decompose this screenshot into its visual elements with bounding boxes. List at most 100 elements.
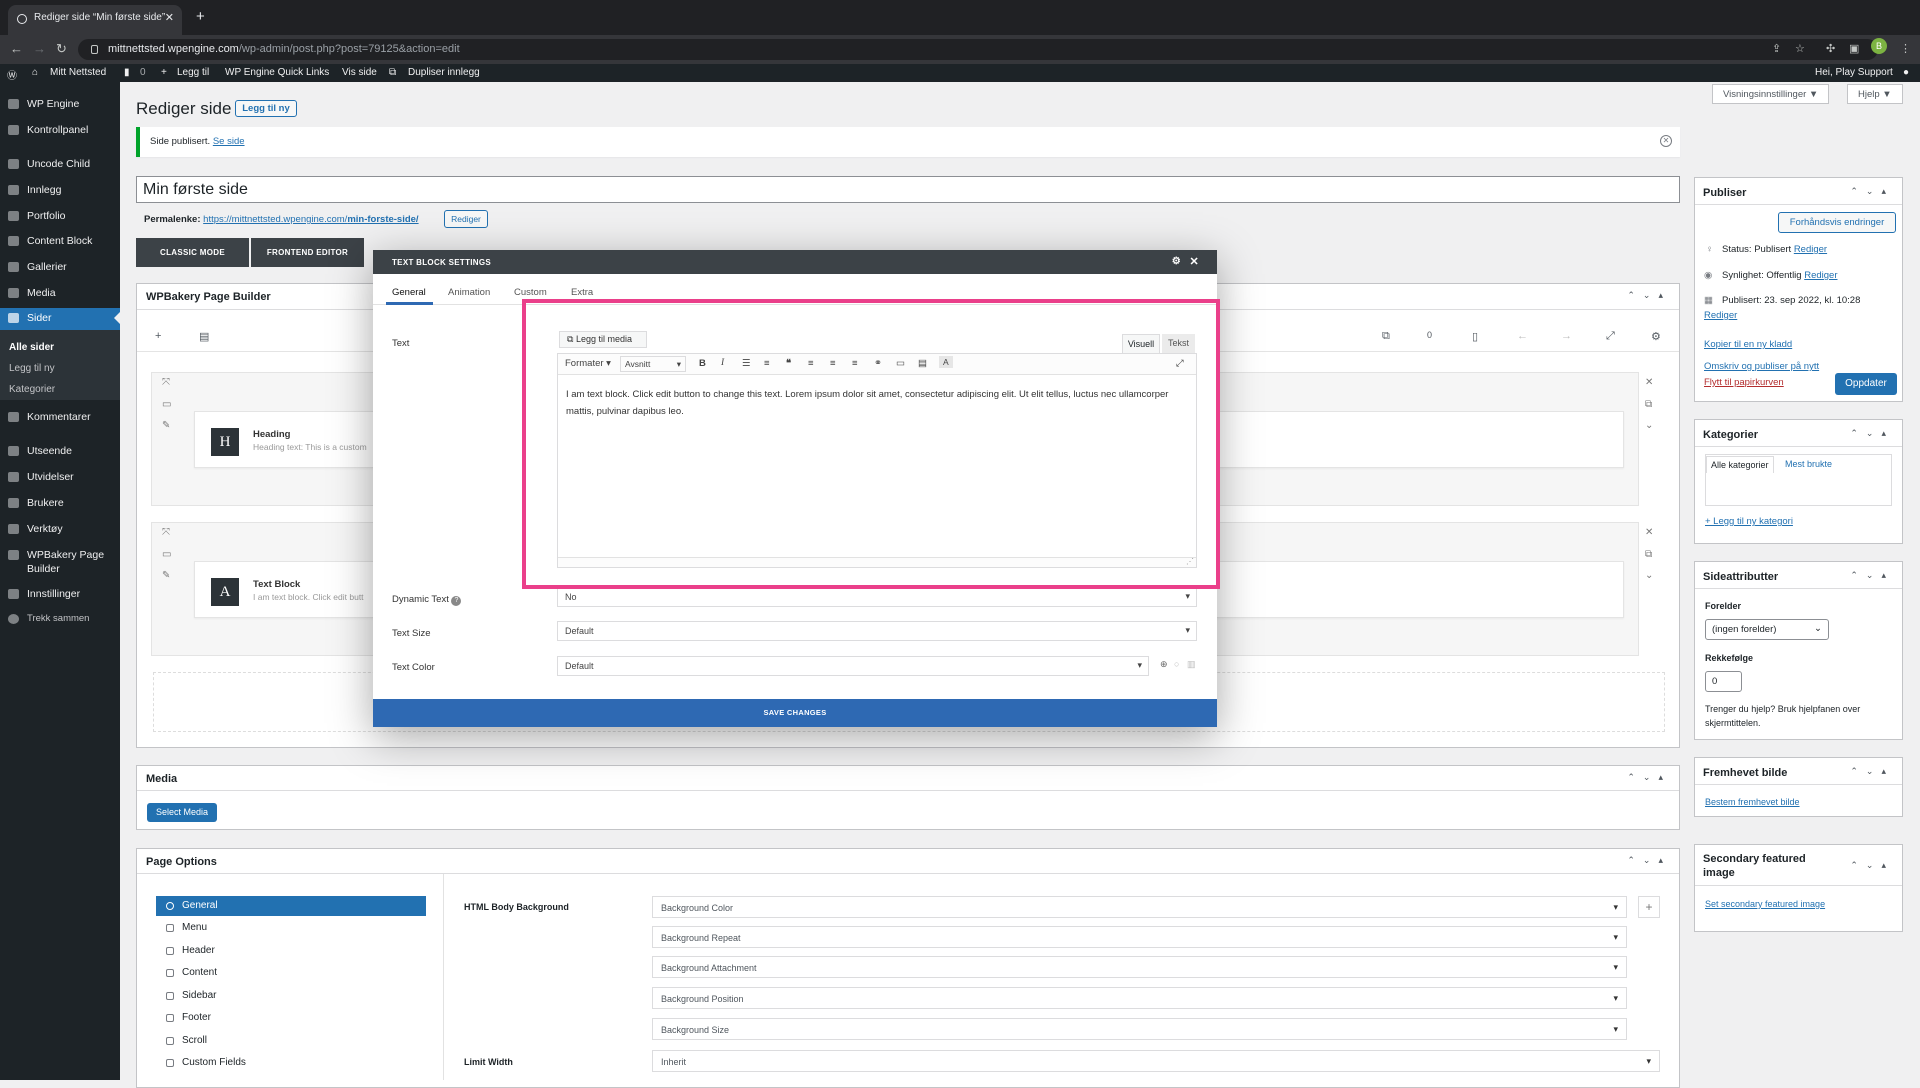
menu-content-block[interactable]: Content Block [0,231,120,251]
tab-general[interactable]: General [392,287,426,298]
text-color-select[interactable]: Default [557,656,1149,676]
menu-wp-engine[interactable]: WP Engine [0,94,120,114]
box-controls-icon[interactable]: ⌃⌄▴ [1627,290,1671,301]
adminbar-site[interactable]: Mitt Nettsted [50,67,106,78]
dynamic-text-select[interactable]: No [557,587,1197,607]
row-layout-icon[interactable]: ▭ [162,549,171,560]
url-field[interactable]: mittnettsted.wpengine.com/wp-admin/post.… [78,39,1878,60]
comment-icon[interactable]: ▮ [124,67,130,78]
dismiss-icon[interactable]: ✕ [1660,135,1672,147]
post-title-input[interactable]: Min første side [136,176,1680,203]
browser-menu-icon[interactable]: ⋮ [1900,42,1911,55]
page-options-custom-fields[interactable]: Custom Fields [156,1053,426,1073]
background-position-select[interactable]: Background Position [652,987,1627,1009]
adminbar-new[interactable]: Legg til [177,67,209,78]
tab-most-used[interactable]: Mest brukte [1785,459,1832,469]
menu-plugins[interactable]: Utvidelser [0,467,120,487]
row-edit-icon[interactable]: ✎ [162,570,170,581]
row-delete-icon[interactable]: ✕ [1645,527,1653,538]
help-icon[interactable]: ? [451,596,462,606]
row-move-icon[interactable]: ⤧ [162,377,170,388]
adminbar-view[interactable]: Vis side [342,67,377,78]
add-new-page-button[interactable]: Legg til ny [235,100,297,117]
page-options-content[interactable]: Content [156,963,426,983]
copy-icon[interactable]: ⧉ [1382,330,1390,343]
save-changes-button[interactable]: SAVE CHANGES [373,699,1217,727]
row-edit-icon[interactable]: ✎ [162,420,170,431]
box-controls-icon[interactable]: ⌃⌄▴ [1850,860,1894,871]
menu-pages[interactable]: Sider [0,308,120,330]
page-options-sidebar[interactable]: Sidebar [156,986,426,1006]
box-controls-icon[interactable]: ⌃⌄▴ [1850,428,1894,439]
menu-collapse[interactable]: Trekk sammen [0,609,120,629]
help-button[interactable]: Hjelp ▼ [1847,84,1903,104]
tab-animation[interactable]: Animation [448,287,490,298]
page-options-header-item[interactable]: Header [156,941,426,961]
edit-permalink-button[interactable]: Rediger [444,210,488,228]
gradient-icon[interactable]: ▥ [1187,659,1196,670]
rewrite-link[interactable]: Omskriv og publiser på nytt [1704,361,1819,372]
set-featured-image-link[interactable]: Bestem fremhevet bilde [1705,797,1800,807]
menu-wpbakery[interactable]: WPBakery Page Builder [0,545,120,575]
box-controls-icon[interactable]: ⌃⌄▴ [1850,570,1894,581]
row-clone-icon[interactable]: ⧉ [1645,399,1652,410]
select-media-button[interactable]: Select Media [147,803,217,822]
submenu-all-pages[interactable]: Alle sider [9,342,54,353]
gear-icon[interactable]: ⚙ [1172,256,1181,267]
box-controls-icon[interactable]: ⌃⌄▴ [1850,186,1894,197]
forward-icon[interactable]: → [33,41,46,56]
menu-uncode-child[interactable]: Uncode Child [0,154,120,174]
menu-comments[interactable]: Kommentarer [0,407,120,427]
row-toggle-icon[interactable]: ⌄ [1645,420,1653,431]
edit-status-link[interactable]: Rediger [1794,244,1827,255]
adminbar-quicklinks[interactable]: WP Engine Quick Links [225,67,329,78]
order-input[interactable]: 0 [1705,671,1742,692]
limit-width-select[interactable]: Inherit [652,1050,1660,1072]
background-repeat-select[interactable]: Background Repeat [652,926,1627,948]
sidepanel-icon[interactable]: ▣ [1849,42,1859,55]
tab-custom[interactable]: Custom [514,287,547,298]
share-icon[interactable]: ⇪ [1772,42,1781,55]
classic-mode-button[interactable]: CLASSIC MODE [136,238,249,267]
extensions-icon[interactable]: ✣ [1826,42,1835,55]
clipboard-icon[interactable]: ▯ [1472,330,1478,343]
update-button[interactable]: Oppdater [1835,373,1897,395]
adminbar-greeting[interactable]: Hei, Play Support [1815,67,1893,78]
view-page-link[interactable]: Se side [213,136,245,147]
preview-changes-button[interactable]: Forhåndsvis endringer [1778,212,1896,233]
back-icon[interactable]: ← [10,41,23,56]
tab-extra[interactable]: Extra [571,287,593,298]
background-color-select[interactable]: Background Color [652,896,1627,918]
row-clone-icon[interactable]: ⧉ [1645,549,1652,560]
undo-icon[interactable]: ← [1517,330,1528,342]
browser-tab[interactable]: Rediger side “Min første side” ✕ [8,5,182,35]
menu-media[interactable]: Media [0,283,120,303]
globe-icon[interactable]: ⊕ [1160,659,1168,670]
profile-avatar[interactable]: B [1871,38,1887,54]
menu-users[interactable]: Brukere [0,493,120,513]
box-controls-icon[interactable]: ⌃⌄▴ [1627,855,1671,866]
copy-draft-link[interactable]: Kopier til en ny kladd [1704,339,1792,350]
templates-icon[interactable]: ▤ [199,330,209,343]
wordpress-logo-icon[interactable]: Ⓦ [7,67,17,82]
tab-all-categories[interactable]: Alle kategorier [1706,456,1774,473]
menu-dashboard[interactable]: Kontrollpanel [0,120,120,140]
fullscreen-icon[interactable]: ⤢ [1606,330,1615,343]
add-background-icon[interactable]: + [1638,896,1660,918]
gear-icon[interactable]: ⚙ [1651,330,1661,343]
page-options-general[interactable]: General [156,896,426,916]
box-controls-icon[interactable]: ⌃⌄▴ [1627,772,1671,783]
text-size-select[interactable]: Default [557,621,1197,641]
page-options-menu[interactable]: Menu [156,918,426,938]
trash-link[interactable]: Flytt til papirkurven [1704,377,1784,388]
edit-date-link[interactable]: Rediger [1704,310,1737,321]
row-layout-icon[interactable]: ▭ [162,399,171,410]
screen-options-button[interactable]: Visningsinnstillinger ▼ [1712,84,1830,104]
submenu-categories[interactable]: Kategorier [9,384,55,395]
add-element-icon[interactable]: + [155,330,161,342]
background-attachment-select[interactable]: Background Attachment [652,956,1627,978]
menu-galleries[interactable]: Gallerier [0,257,120,277]
row-delete-icon[interactable]: ✕ [1645,377,1653,388]
menu-portfolio[interactable]: Portfolio [0,206,120,226]
row-toggle-icon[interactable]: ⌄ [1645,570,1653,581]
